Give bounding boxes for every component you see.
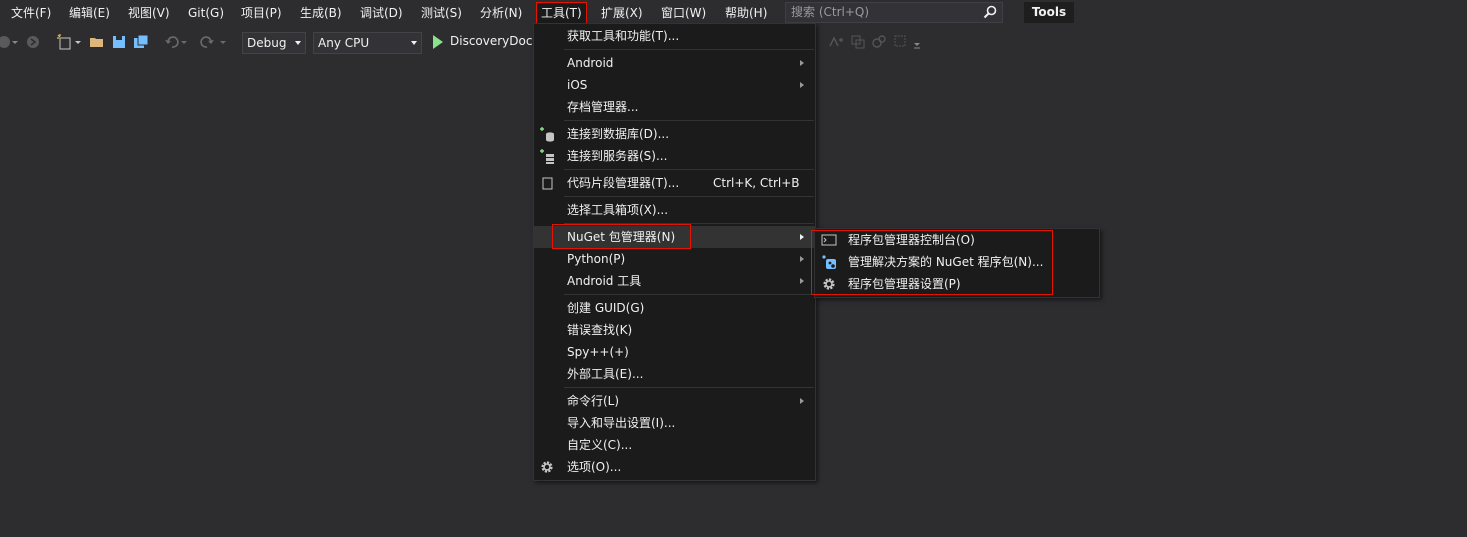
menu-item-label: 连接到数据库(D)... <box>567 127 670 141</box>
menu-separator <box>564 196 814 197</box>
configuration-value: Debug <box>247 36 287 50</box>
menu-item-label: Python(P) <box>567 252 626 266</box>
menu-item-create-guid[interactable]: 创建 GUID(G) <box>534 297 815 319</box>
menu-item-label: iOS <box>567 78 588 92</box>
toolbar-action-icon[interactable] <box>850 34 866 50</box>
menu-item-android[interactable]: Android <box>534 52 815 74</box>
configuration-select[interactable]: Debug <box>242 32 306 54</box>
menu-item-label: 命令行(L) <box>567 394 620 408</box>
menu-tools[interactable]: 工具(T) <box>536 2 587 24</box>
chevron-down-icon <box>295 41 301 45</box>
menu-item-choose-toolbox[interactable]: 选择工具箱项(X)... <box>534 199 815 221</box>
undo-icon[interactable] <box>164 34 180 50</box>
menu-analyze[interactable]: 分析(N) <box>480 3 522 23</box>
menu-project[interactable]: 项目(P) <box>241 3 282 23</box>
toolbar-overflow-icon[interactable] <box>913 34 921 50</box>
submenu-arrow-icon <box>800 398 804 404</box>
tools-menu-dropdown: 获取工具和功能(T)... Android iOS 存档管理器... 连接到数据… <box>533 23 816 481</box>
search-input[interactable]: 搜索 (Ctrl+Q) <box>785 2 1003 23</box>
save-all-icon[interactable] <box>133 34 149 50</box>
menu-build[interactable]: 生成(B) <box>300 3 342 23</box>
menu-item-connect-server[interactable]: 连接到服务器(S)... <box>534 145 815 167</box>
menu-item-label: 导入和导出设置(I)... <box>567 416 676 430</box>
menu-item-label: 获取工具和功能(T)... <box>567 29 680 43</box>
menu-item-android-tools[interactable]: Android 工具 <box>534 270 815 292</box>
open-folder-icon[interactable] <box>89 34 105 50</box>
search-placeholder: 搜索 (Ctrl+Q) <box>791 5 870 19</box>
menu-separator <box>564 387 814 388</box>
menu-item-snippet-manager[interactable]: 代码片段管理器(T)... Ctrl+K, Ctrl+B <box>534 172 815 194</box>
menu-item-command-line[interactable]: 命令行(L) <box>534 390 815 412</box>
menu-item-python[interactable]: Python(P) <box>534 248 815 270</box>
redo-dropdown-icon[interactable] <box>219 34 227 50</box>
menu-item-options[interactable]: 选项(O)... <box>534 456 815 478</box>
menu-git[interactable]: Git(G) <box>188 3 224 23</box>
submenu-arrow-icon <box>800 278 804 284</box>
menu-item-customize[interactable]: 自定义(C)... <box>534 434 815 456</box>
title-badge: Tools <box>1024 2 1074 23</box>
toolbar-action-icon[interactable] <box>871 34 887 50</box>
menu-debug[interactable]: 调试(D) <box>360 3 403 23</box>
redo-icon[interactable] <box>199 34 215 50</box>
new-project-dropdown-icon[interactable] <box>74 34 82 50</box>
menu-item-label: 代码片段管理器(T)... <box>567 176 680 190</box>
snippet-icon <box>542 177 553 190</box>
menu-item-error-lookup[interactable]: 错误查找(K) <box>534 319 815 341</box>
submenu-arrow-icon <box>800 234 804 240</box>
menu-item-label: 选项(O)... <box>567 460 622 474</box>
platform-select[interactable]: Any CPU <box>313 32 422 54</box>
menu-item-label: Spy++(+) <box>567 345 629 359</box>
start-debug-icon[interactable] <box>432 35 444 49</box>
menu-separator <box>564 120 814 121</box>
menu-item-archive-manager[interactable]: 存档管理器... <box>534 96 815 118</box>
menu-item-label: Android 工具 <box>567 274 642 288</box>
menu-item-label: Android <box>567 56 614 70</box>
menu-item-label: 连接到服务器(S)... <box>567 149 668 163</box>
new-project-icon[interactable] <box>56 34 72 50</box>
menu-separator <box>564 169 814 170</box>
menu-item-get-tools[interactable]: 获取工具和功能(T)... <box>534 25 815 47</box>
menu-item-label: 错误查找(K) <box>567 323 633 337</box>
toolbar-action-icon[interactable] <box>828 34 844 50</box>
menu-separator <box>564 49 814 50</box>
submenu-arrow-icon <box>800 256 804 262</box>
undo-dropdown-icon[interactable] <box>180 34 188 50</box>
menu-test[interactable]: 测试(S) <box>421 3 462 23</box>
menu-item-label: 选择工具箱项(X)... <box>567 203 669 217</box>
menu-item-import-export-settings[interactable]: 导入和导出设置(I)... <box>534 412 815 434</box>
menu-item-label: 创建 GUID(G) <box>567 301 645 315</box>
server-connect-icon <box>540 149 554 164</box>
menu-view[interactable]: 视图(V) <box>128 3 170 23</box>
menu-edit[interactable]: 编辑(E) <box>69 3 110 23</box>
menu-file[interactable]: 文件(F) <box>11 3 51 23</box>
menu-item-connect-database[interactable]: 连接到数据库(D)... <box>534 123 815 145</box>
menu-item-shortcut: Ctrl+K, Ctrl+B <box>713 176 800 190</box>
menu-window[interactable]: 窗口(W) <box>661 3 706 23</box>
chevron-down-icon <box>411 41 417 45</box>
gear-icon <box>541 461 553 473</box>
submenu-arrow-icon <box>800 60 804 66</box>
database-connect-icon <box>540 127 554 142</box>
menu-help[interactable]: 帮助(H) <box>725 3 767 23</box>
submenu-arrow-icon <box>800 82 804 88</box>
save-icon[interactable] <box>111 34 127 50</box>
start-debug-target[interactable]: DiscoveryDock <box>450 34 539 48</box>
menu-separator <box>564 294 814 295</box>
platform-value: Any CPU <box>318 36 370 50</box>
menu-item-label: 存档管理器... <box>567 100 639 114</box>
toolbar-action-icon[interactable] <box>893 34 909 50</box>
menu-item-spy[interactable]: Spy++(+) <box>534 341 815 363</box>
menu-item-external-tools[interactable]: 外部工具(E)... <box>534 363 815 385</box>
menu-extensions[interactable]: 扩展(X) <box>601 3 643 23</box>
menu-item-label: 自定义(C)... <box>567 438 633 452</box>
nuget-highlight-box <box>552 224 691 249</box>
search-icon[interactable] <box>983 5 997 19</box>
menu-item-label: 外部工具(E)... <box>567 367 644 381</box>
forward-icon[interactable] <box>25 34 41 50</box>
menu-item-ios[interactable]: iOS <box>534 74 815 96</box>
submenu-highlight-box <box>811 230 1053 295</box>
back-dropdown-icon[interactable] <box>12 34 18 50</box>
